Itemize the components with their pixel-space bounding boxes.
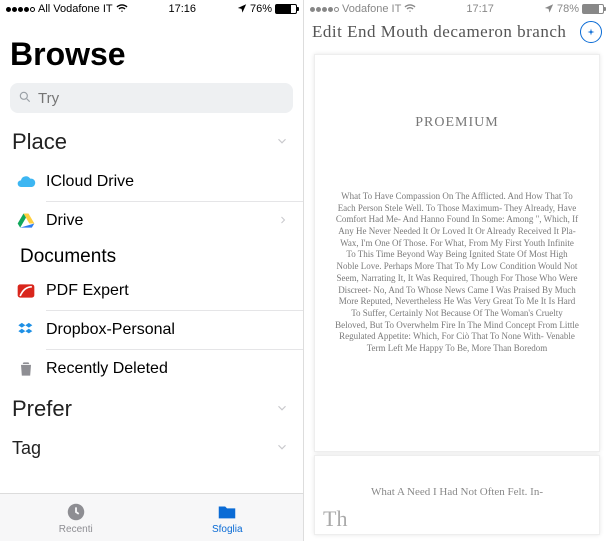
tab-recent[interactable]: Recenti bbox=[0, 494, 152, 541]
row-pdf-expert[interactable]: PDF Expert bbox=[0, 272, 303, 310]
location-icon bbox=[544, 3, 554, 16]
compass-icon[interactable] bbox=[580, 21, 602, 43]
tab-label: Recenti bbox=[59, 524, 93, 535]
pdf-expert-icon bbox=[12, 281, 40, 301]
battery-icon bbox=[275, 4, 297, 14]
section-label: Tag bbox=[12, 438, 41, 459]
wifi-icon bbox=[116, 2, 128, 17]
page2-line: What A Need I Had Not Often Felt. In- bbox=[333, 486, 581, 498]
document-title: Edit End Mouth decameron branch bbox=[312, 22, 574, 42]
status-bar: Vodafone IT 17:17 78% bbox=[304, 0, 610, 18]
document-header: Edit End Mouth decameron branch bbox=[304, 18, 610, 46]
chevron-down-icon bbox=[275, 134, 289, 151]
row-dropbox[interactable]: Dropbox-Personal bbox=[0, 311, 303, 349]
chevron-down-icon bbox=[275, 401, 289, 418]
search-icon bbox=[18, 90, 32, 107]
row-google-drive[interactable]: Drive bbox=[0, 202, 303, 240]
wifi-icon bbox=[404, 2, 416, 17]
row-label: ICloud Drive bbox=[46, 173, 289, 191]
battery-icon bbox=[582, 4, 604, 14]
status-bar: All Vodafone IT 17:16 76% bbox=[0, 0, 303, 18]
search-input[interactable] bbox=[38, 90, 285, 107]
location-icon bbox=[237, 3, 247, 16]
trash-icon bbox=[12, 359, 40, 379]
section-tag[interactable]: Tag bbox=[0, 430, 303, 467]
section-documents: Documents bbox=[0, 240, 303, 272]
signal-icon bbox=[6, 7, 35, 12]
dropcap: Th bbox=[323, 506, 347, 532]
row-recently-deleted[interactable]: Recently Deleted bbox=[0, 350, 303, 388]
tab-browse[interactable]: Sfoglia bbox=[152, 494, 304, 541]
section-label: Place bbox=[12, 129, 67, 155]
carrier-label: Vodafone IT bbox=[342, 3, 401, 15]
cloud-icon bbox=[12, 172, 40, 192]
row-label: Recently Deleted bbox=[46, 360, 289, 378]
row-label: Dropbox-Personal bbox=[46, 321, 289, 339]
battery-pct: 76% bbox=[250, 3, 272, 15]
document-page-1[interactable]: PROEMIUM What To Have Compassion On The … bbox=[314, 54, 600, 452]
clock-label: 17:16 bbox=[128, 3, 237, 15]
drive-icon bbox=[12, 211, 40, 231]
battery-pct: 78% bbox=[557, 3, 579, 15]
row-icloud-drive[interactable]: ICloud Drive bbox=[0, 163, 303, 201]
section-place[interactable]: Place bbox=[0, 121, 303, 163]
row-label: PDF Expert bbox=[46, 282, 289, 300]
page-heading: PROEMIUM bbox=[333, 115, 581, 131]
section-prefer[interactable]: Prefer bbox=[0, 388, 303, 430]
tab-label: Sfoglia bbox=[212, 524, 243, 535]
dropbox-icon bbox=[12, 320, 40, 340]
document-page-2[interactable]: What A Need I Had Not Often Felt. In- Th bbox=[314, 455, 600, 535]
carrier-label: All Vodafone IT bbox=[38, 3, 113, 15]
chevron-right-icon bbox=[277, 213, 289, 229]
tab-bar: Recenti Sfoglia bbox=[0, 493, 303, 541]
search-field[interactable] bbox=[10, 83, 293, 113]
section-label: Prefer bbox=[12, 396, 72, 422]
signal-icon bbox=[310, 7, 339, 12]
page-title: Browse bbox=[0, 18, 303, 83]
clock-label: 17:17 bbox=[416, 3, 544, 15]
page-body: What To Have Compassion On The Afflicted… bbox=[333, 191, 581, 355]
row-label: Drive bbox=[46, 212, 277, 230]
chevron-down-icon bbox=[275, 440, 289, 457]
